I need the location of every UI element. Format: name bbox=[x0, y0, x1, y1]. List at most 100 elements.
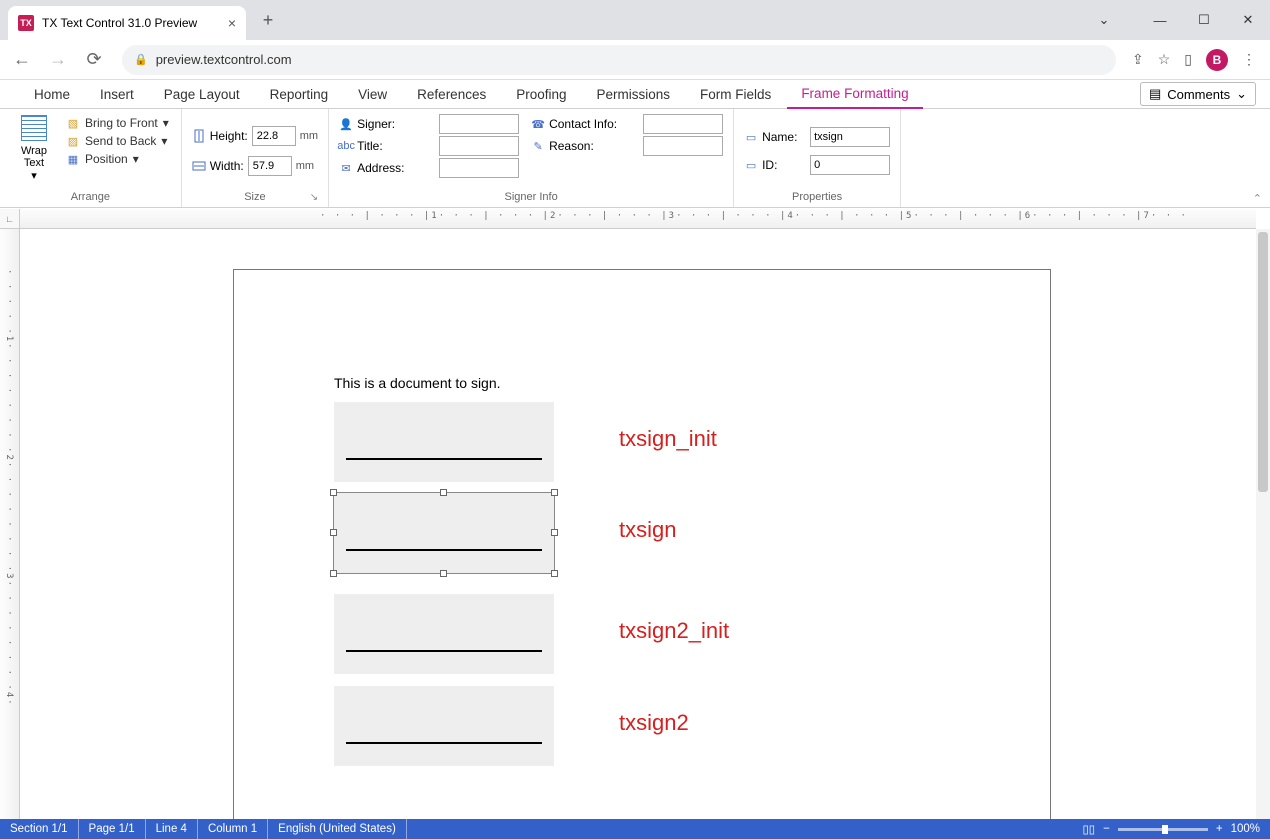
position-button[interactable]: ▦ Position ▾ bbox=[64, 151, 171, 167]
comments-label: Comments bbox=[1167, 87, 1230, 102]
id-input[interactable] bbox=[810, 155, 890, 175]
signature-field-4[interactable] bbox=[334, 686, 554, 766]
group-label-properties: Properties bbox=[744, 189, 890, 205]
id-icon: ▭ bbox=[744, 158, 758, 172]
chevron-down-icon: ⌄ bbox=[1236, 86, 1247, 102]
tab-references[interactable]: References bbox=[403, 81, 500, 108]
reason-input[interactable] bbox=[643, 136, 723, 156]
comment-icon: ▤ bbox=[1149, 86, 1161, 102]
chevron-down-icon: ▾ bbox=[161, 134, 167, 148]
zoom-slider-thumb[interactable] bbox=[1162, 825, 1168, 834]
status-page[interactable]: Page 1/1 bbox=[79, 819, 146, 839]
tab-home[interactable]: Home bbox=[20, 81, 84, 108]
reload-button[interactable]: ⟳ bbox=[82, 49, 106, 70]
bring-to-front-icon: ▧ bbox=[66, 116, 80, 130]
tab-insert[interactable]: Insert bbox=[86, 81, 148, 108]
tab-page-layout[interactable]: Page Layout bbox=[150, 81, 254, 108]
width-input[interactable] bbox=[248, 156, 292, 176]
bookmark-icon[interactable]: ☆ bbox=[1158, 51, 1171, 68]
ruler-corner: ∟ bbox=[0, 209, 20, 229]
title-input[interactable] bbox=[439, 136, 519, 156]
bring-to-front-button[interactable]: ▧ Bring to Front ▾ bbox=[64, 115, 171, 131]
name-label: Name: bbox=[762, 130, 806, 144]
contact-input[interactable] bbox=[643, 114, 723, 134]
reason-label: Reason: bbox=[549, 139, 639, 153]
status-language[interactable]: English (United States) bbox=[268, 819, 407, 839]
document-body-text[interactable]: This is a document to sign. bbox=[334, 375, 501, 391]
tab-form-fields[interactable]: Form Fields bbox=[686, 81, 785, 108]
minimize-button[interactable]: — bbox=[1138, 13, 1182, 28]
status-line[interactable]: Line 4 bbox=[146, 819, 198, 839]
side-panel-icon[interactable]: ▯ bbox=[1184, 51, 1192, 68]
menu-icon[interactable]: ⋮ bbox=[1242, 51, 1256, 68]
tab-view[interactable]: View bbox=[344, 81, 401, 108]
horizontal-ruler[interactable]: · · · | · · · |1· · · | · · · |2· · · | … bbox=[20, 209, 1256, 229]
wrap-text-label: Wrap Text bbox=[10, 145, 58, 169]
window-controls: ⌄ — ☐ ✕ bbox=[1082, 0, 1270, 40]
tab-reporting[interactable]: Reporting bbox=[256, 81, 343, 108]
resize-handle-w[interactable] bbox=[330, 529, 337, 536]
forward-button[interactable]: → bbox=[46, 49, 70, 70]
height-icon bbox=[192, 129, 206, 143]
signature-label-1: txsign_init bbox=[619, 426, 717, 452]
resize-handle-s[interactable] bbox=[440, 570, 447, 577]
comments-button[interactable]: ▤ Comments ⌄ bbox=[1140, 82, 1256, 106]
close-icon[interactable]: × bbox=[228, 15, 236, 31]
document-viewport[interactable]: This is a document to sign. txsign_init … bbox=[20, 229, 1270, 819]
vertical-ruler[interactable]: · · · · ·1· · · · · · · ·2· · · · · · · … bbox=[0, 229, 20, 819]
tab-permissions[interactable]: Permissions bbox=[583, 81, 685, 108]
resize-handle-ne[interactable] bbox=[551, 489, 558, 496]
width-label: Width: bbox=[210, 159, 244, 173]
ribbon-group-arrange: Wrap Text ▾ ▧ Bring to Front ▾ ▨ Send to… bbox=[0, 109, 182, 207]
chevron-down-icon: ▾ bbox=[133, 152, 139, 166]
browser-tab[interactable]: TX TX Text Control 31.0 Preview × bbox=[8, 6, 246, 40]
wrap-text-button[interactable]: Wrap Text ▾ bbox=[10, 113, 58, 189]
signature-field-1[interactable] bbox=[334, 402, 554, 482]
resize-handle-n[interactable] bbox=[440, 489, 447, 496]
resize-handle-sw[interactable] bbox=[330, 570, 337, 577]
close-window-button[interactable]: ✕ bbox=[1226, 12, 1270, 28]
zoom-out-button[interactable]: − bbox=[1103, 823, 1110, 835]
share-icon[interactable]: ⇪ bbox=[1132, 51, 1144, 68]
address-input[interactable] bbox=[439, 158, 519, 178]
name-input[interactable] bbox=[810, 127, 890, 147]
zoom-level[interactable]: 100% bbox=[1231, 823, 1260, 835]
resize-handle-e[interactable] bbox=[551, 529, 558, 536]
collapse-ribbon-icon[interactable]: ⌃ bbox=[1253, 192, 1262, 205]
send-to-back-icon: ▨ bbox=[66, 134, 80, 148]
back-button[interactable]: ← bbox=[10, 49, 34, 70]
tab-title: TX Text Control 31.0 Preview bbox=[42, 16, 220, 30]
resize-handle-nw[interactable] bbox=[330, 489, 337, 496]
avatar[interactable]: B bbox=[1206, 49, 1228, 71]
send-to-back-label: Send to Back bbox=[85, 134, 156, 148]
signature-field-3[interactable] bbox=[334, 594, 554, 674]
tab-frame-formatting[interactable]: Frame Formatting bbox=[787, 80, 922, 109]
title-icon: abc bbox=[339, 139, 353, 153]
status-section[interactable]: Section 1/1 bbox=[0, 819, 79, 839]
chevron-down-icon[interactable]: ⌄ bbox=[1082, 12, 1126, 28]
size-launcher[interactable]: ↘ bbox=[310, 192, 318, 203]
maximize-button[interactable]: ☐ bbox=[1182, 12, 1226, 28]
group-label-size: Size bbox=[244, 191, 265, 203]
group-label-signer-info: Signer Info bbox=[339, 189, 723, 205]
new-tab-button[interactable]: + bbox=[254, 6, 282, 34]
send-to-back-button[interactable]: ▨ Send to Back ▾ bbox=[64, 133, 171, 149]
status-column[interactable]: Column 1 bbox=[198, 819, 268, 839]
zoom-in-button[interactable]: + bbox=[1216, 823, 1223, 835]
view-mode-icon[interactable]: ▯▯ bbox=[1082, 822, 1095, 836]
vertical-scrollbar[interactable] bbox=[1256, 229, 1270, 819]
document-page[interactable]: This is a document to sign. txsign_init … bbox=[233, 269, 1051, 819]
signer-label: Signer: bbox=[357, 117, 435, 131]
resize-handle-se[interactable] bbox=[551, 570, 558, 577]
address-bar[interactable]: 🔒 preview.textcontrol.com bbox=[122, 45, 1116, 75]
title-label: Title: bbox=[357, 139, 435, 153]
height-input[interactable] bbox=[252, 126, 296, 146]
reason-icon: ✎ bbox=[531, 139, 545, 153]
zoom-slider[interactable] bbox=[1118, 828, 1208, 831]
scrollbar-thumb[interactable] bbox=[1258, 232, 1268, 492]
signer-input[interactable] bbox=[439, 114, 519, 134]
position-label: Position bbox=[85, 152, 128, 166]
width-icon bbox=[192, 159, 206, 173]
selection-frame[interactable] bbox=[333, 492, 555, 574]
tab-proofing[interactable]: Proofing bbox=[502, 81, 580, 108]
